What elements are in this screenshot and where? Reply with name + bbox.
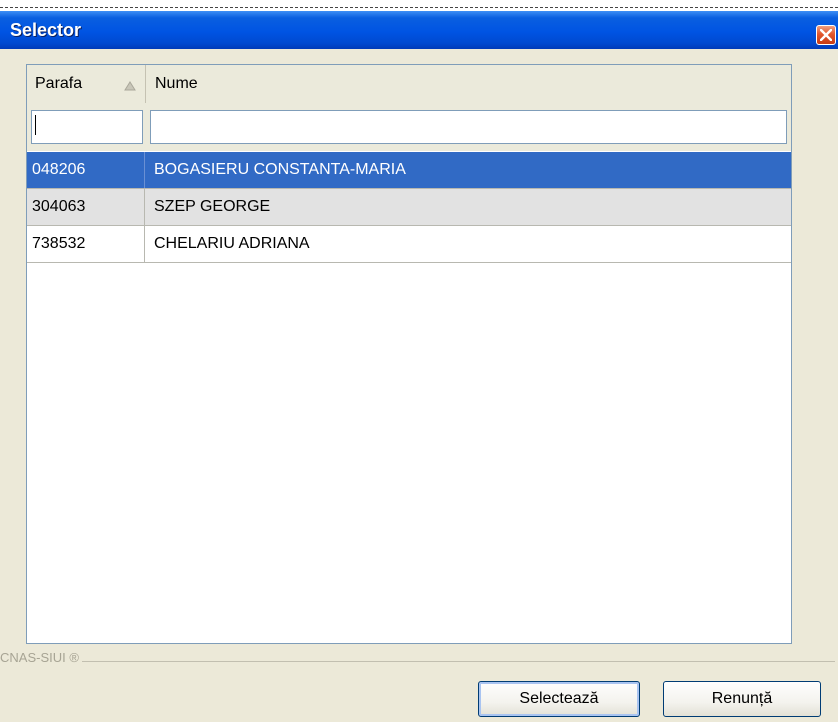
cell-nume: BOGASIERU CONSTANTA-MARIA	[145, 152, 791, 188]
cell-text: SZEP GEORGE	[154, 198, 271, 215]
table-row[interactable]: 738532 CHELARIU ADRIANA	[27, 226, 791, 263]
cancel-button[interactable]: Renunță	[663, 681, 821, 717]
footer-group-label: CNAS-SIUI ®	[0, 650, 82, 665]
table-row[interactable]: 048206 BOGASIERU CONSTANTA-MARIA	[27, 152, 791, 189]
cell-text: 304063	[32, 198, 86, 215]
column-header-parafa[interactable]: Parafa	[27, 65, 146, 103]
sort-ascending-icon	[124, 81, 136, 91]
table-row[interactable]: 304063 SZEP GEORGE	[27, 189, 791, 226]
select-button[interactable]: Selectează	[478, 681, 640, 717]
cell-parafa: 048206	[27, 152, 145, 188]
selector-window: Selector Parafa Nume 048206 BOGASIERU CO…	[0, 11, 838, 722]
close-button[interactable]	[816, 25, 836, 45]
column-header-nume[interactable]: Nume	[146, 65, 791, 103]
column-header-label: Nume	[155, 75, 198, 92]
results-grid: Parafa Nume 048206 BOGASIERU CONSTANTA-M…	[26, 64, 792, 644]
cell-text: BOGASIERU CONSTANTA-MARIA	[154, 161, 406, 178]
window-title: Selector	[10, 20, 82, 40]
column-header-label: Parafa	[35, 75, 83, 92]
cell-text: 048206	[32, 161, 86, 178]
filter-input-nume[interactable]	[150, 110, 787, 144]
grid-header: Parafa Nume	[27, 65, 791, 151]
screen-top-edge	[0, 0, 838, 11]
focus-dash-line	[0, 7, 838, 8]
close-icon	[820, 29, 832, 41]
cell-parafa: 738532	[27, 226, 145, 262]
title-bar[interactable]: Selector	[0, 11, 838, 49]
filter-input-parafa[interactable]	[31, 110, 143, 144]
cell-nume: SZEP GEORGE	[145, 189, 791, 225]
cell-text: CHELARIU ADRIANA	[154, 235, 310, 252]
text-caret	[35, 115, 36, 135]
cell-text: 738532	[32, 235, 86, 252]
cell-parafa: 304063	[27, 189, 145, 225]
cell-nume: CHELARIU ADRIANA	[145, 226, 791, 262]
